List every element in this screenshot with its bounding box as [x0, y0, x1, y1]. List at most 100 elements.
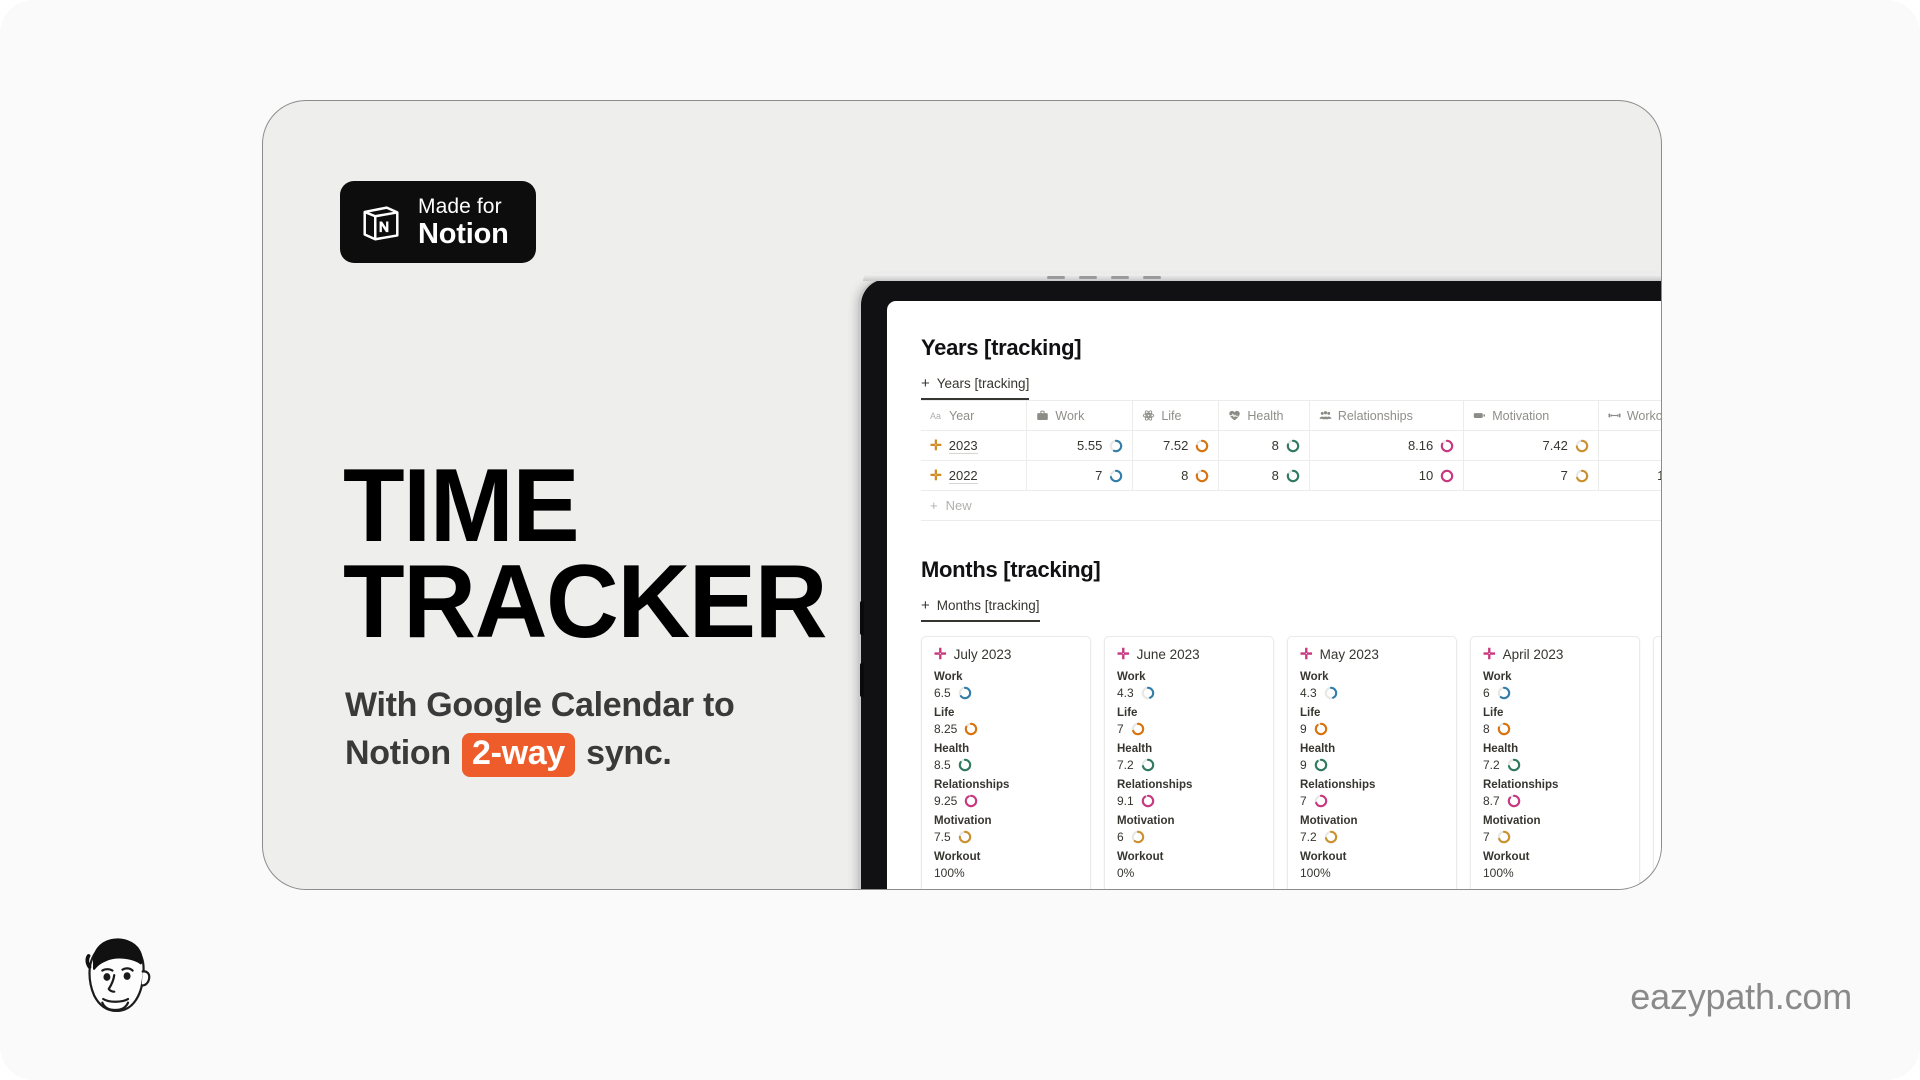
prop-motivation: Motivation 7.5: [934, 815, 992, 844]
progress-ring: [1324, 686, 1337, 700]
cell-health: 8: [1218, 430, 1310, 461]
hero-card: Made for Notion TIME TRACKER With Google…: [262, 100, 1662, 890]
progress-ring: [1441, 439, 1454, 452]
list-item[interactable]: ✛ March Work 7.5 Life: [1653, 636, 1661, 889]
prop-relationships: Relationships 9.1: [1117, 779, 1193, 808]
years-table-body: ✛2023 5.55 7.52 8 8.16 7.42 71% 92% 35%: [921, 430, 1661, 491]
cell-relationships: 8.16: [1309, 430, 1465, 461]
tablet-screen: Years [tracking] + Years [tracking] Aa Y…: [887, 301, 1661, 889]
briefcase-icon: [1037, 410, 1049, 420]
month-card-title: ✛ June 2023: [1117, 646, 1200, 663]
list-item[interactable]: ✛ June 2023 Work 4.3 Life 7 Health 7.2 R…: [1104, 636, 1274, 889]
months-section: Months [tracking] + Months [tracking] ✛ …: [921, 557, 1661, 889]
badge-made-for: Made for: [418, 194, 502, 218]
months-tab-label: Months [tracking]: [936, 598, 1040, 613]
list-item[interactable]: ✛ July 2023 Work 6.5 Life 8.25 Health 8.…: [921, 636, 1091, 889]
table-row[interactable]: ✛2023 5.55 7.52 8 8.16 7.42 71% 92% 35%: [921, 430, 1661, 461]
subtitle-part-3: sync.: [586, 734, 672, 773]
cell-workout: 71%: [1598, 430, 1661, 461]
cell-year[interactable]: ✛ 2022: [921, 460, 1028, 491]
dumbbell-icon: [1608, 413, 1621, 418]
progress-ring: [1314, 794, 1327, 808]
progress-ring: [965, 794, 978, 808]
prop-workout: Workout 100%: [1483, 851, 1530, 880]
col-relationships[interactable]: Relationships: [1309, 400, 1465, 431]
cell-motivation: 7: [1463, 460, 1599, 491]
progress-ring: [1141, 794, 1154, 808]
plus-icon: ✛: [1117, 646, 1130, 663]
prop-life: Life 7: [1117, 707, 1261, 736]
cell-work: 5.55: [1026, 430, 1134, 461]
col-life[interactable]: Life: [1132, 400, 1220, 431]
progress-ring: [1196, 439, 1209, 452]
prop-life: Life 8.25: [934, 707, 1078, 736]
months-gallery: ✛ July 2023 Work 6.5 Life 8.25 Health 8.…: [921, 636, 1661, 889]
prop-life: Life 9: [1300, 707, 1444, 736]
progress-ring: [958, 686, 971, 700]
cell-work: 7: [1026, 460, 1134, 491]
plus-icon: +: [930, 498, 938, 513]
progress-ring: [1110, 439, 1123, 452]
col-workout[interactable]: Workout: [1598, 400, 1661, 431]
plus-icon: +: [921, 597, 930, 614]
cell-year[interactable]: ✛ 2023: [921, 430, 1028, 461]
cell-relationships: 10: [1309, 460, 1465, 491]
battery-icon: [1474, 413, 1486, 418]
prop-health: Health 7.2: [1117, 743, 1261, 772]
plus-icon: ✛: [1483, 646, 1496, 663]
years-tab[interactable]: + Years [tracking]: [921, 375, 1030, 400]
progress-ring: [1141, 686, 1154, 700]
prop-workout: Workout 100%: [1300, 851, 1347, 880]
prop-health: Health 7.2: [1483, 743, 1627, 772]
cell-life: 8: [1132, 460, 1220, 491]
subtitle-highlight: 2-way: [461, 733, 575, 777]
progress-ring: [1131, 722, 1144, 736]
speaker-grille-icon: [1047, 276, 1179, 279]
months-title: Months [tracking]: [921, 557, 1101, 582]
list-item[interactable]: ✛ May 2023 Work 4.3 Life 9 Health 9 Rela…: [1287, 636, 1457, 889]
col-year[interactable]: Aa Year: [921, 400, 1028, 431]
cell-health: 8: [1218, 460, 1310, 491]
month-card-title: ✛ April 2023: [1483, 646, 1564, 663]
plus-icon: ✛: [930, 467, 942, 483]
prop-health: Health 9: [1300, 743, 1336, 772]
years-tab-label: Years [tracking]: [936, 376, 1030, 391]
prop-work: Work 4.3: [1117, 671, 1261, 700]
tablet-body: Years [tracking] + Years [tracking] Aa Y…: [860, 274, 1661, 889]
progress-ring: [1286, 469, 1300, 482]
heartbeat-icon: [1229, 410, 1241, 421]
subtitle-part-2: Notion: [345, 734, 451, 773]
title-aa-icon: Aa: [930, 411, 941, 421]
notion-page: Years [tracking] + Years [tracking] Aa Y…: [887, 301, 1661, 889]
prop-motivation: Motivation 7: [1483, 815, 1541, 844]
col-health[interactable]: Health: [1218, 400, 1310, 431]
plus-icon: +: [921, 375, 930, 392]
progress-ring: [1141, 758, 1154, 772]
headline-line-2: TRACKER: [343, 543, 827, 660]
progress-ring: [1131, 830, 1144, 844]
progress-ring: [958, 758, 971, 772]
svg-text:Aa: Aa: [930, 411, 941, 421]
cell-motivation: 7.42: [1463, 430, 1599, 461]
month-card-title: ✛ May 2023: [1300, 646, 1379, 663]
table-row[interactable]: ✛2022 7 8 8 10 7 100% 0% 100%: [921, 460, 1661, 491]
site-url: eazypath.com: [1630, 976, 1852, 1017]
months-tab[interactable]: + Months [tracking]: [921, 598, 1040, 622]
progress-ring: [1314, 722, 1327, 736]
add-new-row-button[interactable]: + New: [921, 491, 1661, 521]
made-for-notion-badge[interactable]: Made for Notion: [340, 181, 536, 263]
prop-workout: Workout 0%: [1117, 851, 1164, 880]
new-label: New: [945, 498, 972, 513]
col-motivation[interactable]: Motivation: [1463, 400, 1599, 431]
years-table-header-row: Aa Year Work Life Health Relationships M…: [921, 400, 1661, 431]
month-card-title: ✛ July 2023: [934, 646, 1012, 663]
tablet-mockup: Years [tracking] + Years [tracking] Aa Y…: [860, 274, 1661, 889]
col-work[interactable]: Work: [1026, 400, 1134, 431]
subtitle-part-1: With Google Calendar to: [345, 686, 735, 724]
plus-icon: ✛: [1300, 646, 1313, 663]
progress-ring: [1497, 686, 1510, 700]
list-item[interactable]: ✛ April 2023 Work 6 Life 8 Health 7.2 Re…: [1470, 636, 1640, 889]
progress-ring: [1507, 794, 1520, 808]
years-section: Years [tracking] + Years [tracking] Aa Y…: [921, 335, 1661, 521]
prop-life: Life 8: [1483, 707, 1627, 736]
